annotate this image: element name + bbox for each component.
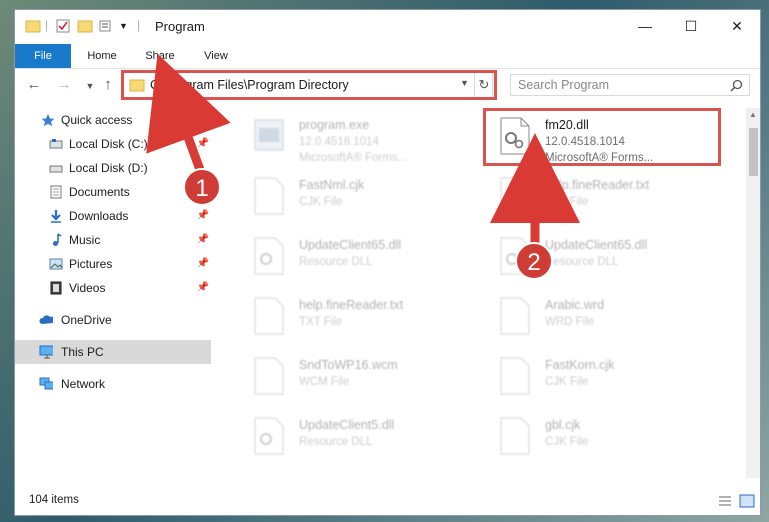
step-badge-2: 2 [515,242,553,280]
explorer-window: | ▼ | Program — ☐ ✕ File Home Share View… [14,9,761,516]
arrow-to-address-bar [146,53,231,180]
step-badge-1: 1 [183,168,221,206]
annotation-arrows [146,53,580,252]
